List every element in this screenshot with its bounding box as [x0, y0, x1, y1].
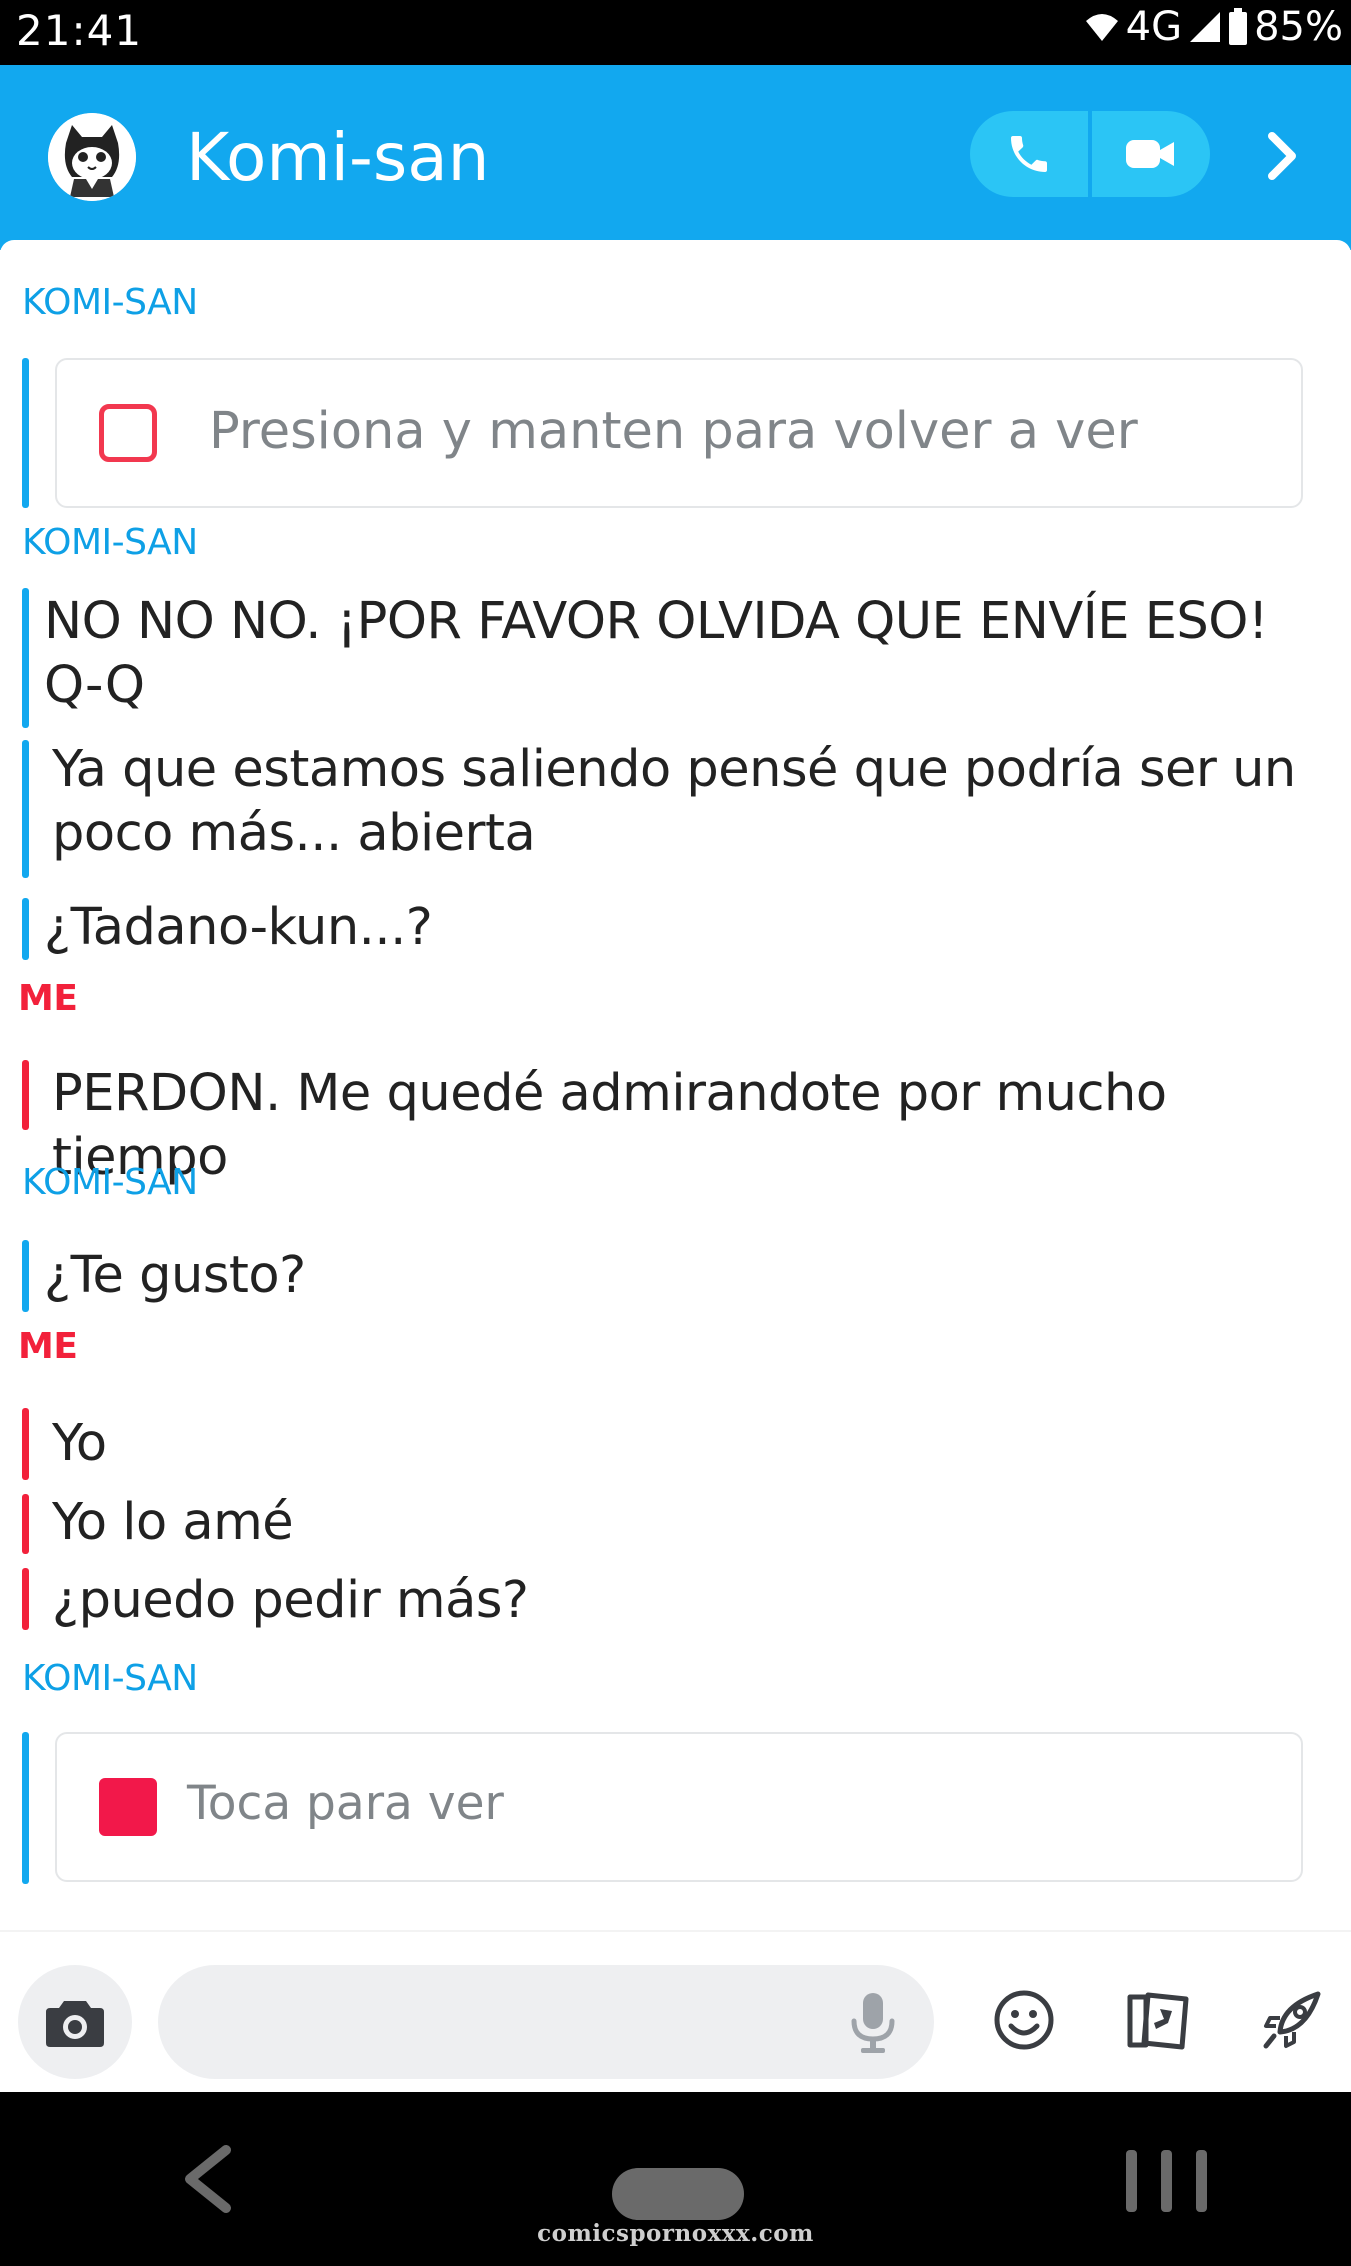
chat-title[interactable]: Komi-san — [186, 119, 489, 196]
chat-header: Komi-san — [0, 65, 1351, 250]
message-bar — [22, 1060, 29, 1130]
camera-button[interactable] — [18, 1965, 132, 2079]
wifi-icon — [1085, 14, 1118, 41]
sender-label-komi: KOMI-SAN — [22, 522, 198, 563]
chat-message[interactable]: Yo lo amé — [52, 1491, 294, 1555]
message-bar — [22, 1732, 29, 1884]
message-bar — [22, 588, 29, 728]
status-indicators: 4G 85% — [1084, 4, 1343, 50]
snap-card-text: Toca para ver — [187, 1776, 504, 1831]
rocket-icon — [1263, 1991, 1321, 2049]
recents-nav-button[interactable] — [1126, 2150, 1207, 2212]
smiley-icon — [994, 1990, 1054, 2050]
battery-percent: 85% — [1254, 4, 1343, 50]
emoji-button[interactable] — [982, 1978, 1066, 2062]
call-buttons — [970, 111, 1210, 197]
message-bar — [22, 898, 29, 960]
snap-card-unopened[interactable]: Toca para ver — [55, 1732, 1303, 1882]
network-type: 4G — [1125, 4, 1183, 50]
chevron-left-icon — [185, 2145, 231, 2213]
snap-card-replay[interactable]: Presiona y manten para volver a ver — [55, 358, 1303, 508]
message-bar — [22, 1408, 29, 1480]
chat-message[interactable]: ¿Te gusto? — [44, 1244, 306, 1308]
stickers-button[interactable] — [1116, 1978, 1200, 2062]
sender-label-me: ME — [18, 978, 78, 1019]
chat-message[interactable]: ¿puedo pedir más? — [52, 1569, 529, 1633]
snap-unopened-icon — [99, 1778, 157, 1836]
mic-button[interactable] — [848, 1991, 898, 2060]
camera-icon — [46, 2001, 104, 2047]
message-bar — [22, 1240, 29, 1312]
battery-icon — [1229, 8, 1248, 45]
snap-opened-icon — [99, 404, 157, 462]
cat-avatar-icon[interactable] — [48, 113, 136, 201]
chat-message[interactable]: Ya que estamos saliendo pensé que podría… — [52, 738, 1296, 866]
system-nav-bar: comicspornoxxx.com — [0, 2092, 1351, 2266]
watermark: comicspornoxxx.com — [537, 2220, 814, 2247]
chat-message[interactable]: PERDON. Me quedé admirandote por mucho t… — [52, 1062, 1351, 1190]
snap-card-text: Presiona y manten para volver a ver — [209, 402, 1138, 461]
compose-bar — [0, 1930, 1351, 2092]
message-bar — [22, 358, 29, 508]
chat-message[interactable]: Yo — [52, 1412, 107, 1476]
home-nav-button[interactable] — [612, 2168, 744, 2220]
sender-label-komi: KOMI-SAN — [22, 1658, 198, 1699]
status-bar: 21:41 4G 85% — [0, 0, 1351, 65]
signal-icon — [1190, 12, 1221, 42]
chevron-right-icon[interactable] — [1252, 121, 1312, 191]
cards-icon — [1127, 1992, 1189, 2050]
video-camera-icon — [1126, 140, 1174, 168]
chat-messages[interactable]: KOMI-SAN Presiona y manten para volver a… — [0, 240, 1351, 1920]
chat-message[interactable]: ¿Tadano-kun...? — [44, 896, 433, 960]
chat-message[interactable]: NO NO NO. ¡POR FAVOR OLVIDA QUE ENVÍE ES… — [44, 590, 1268, 718]
phone-icon — [1011, 136, 1047, 172]
status-time: 21:41 — [16, 6, 143, 55]
message-bar — [22, 1494, 29, 1554]
send-rocket-button[interactable] — [1250, 1978, 1334, 2062]
sender-label-komi: KOMI-SAN — [22, 1162, 198, 1203]
sender-label-komi: KOMI-SAN — [22, 282, 198, 323]
mic-icon — [851, 1993, 895, 2053]
message-input[interactable] — [158, 1965, 934, 2079]
video-call-button[interactable] — [1092, 111, 1210, 197]
sender-label-me: ME — [18, 1326, 78, 1367]
message-bar — [22, 740, 29, 878]
back-nav-button[interactable] — [176, 2144, 236, 2219]
voice-call-button[interactable] — [970, 111, 1088, 197]
message-bar — [22, 1568, 29, 1630]
